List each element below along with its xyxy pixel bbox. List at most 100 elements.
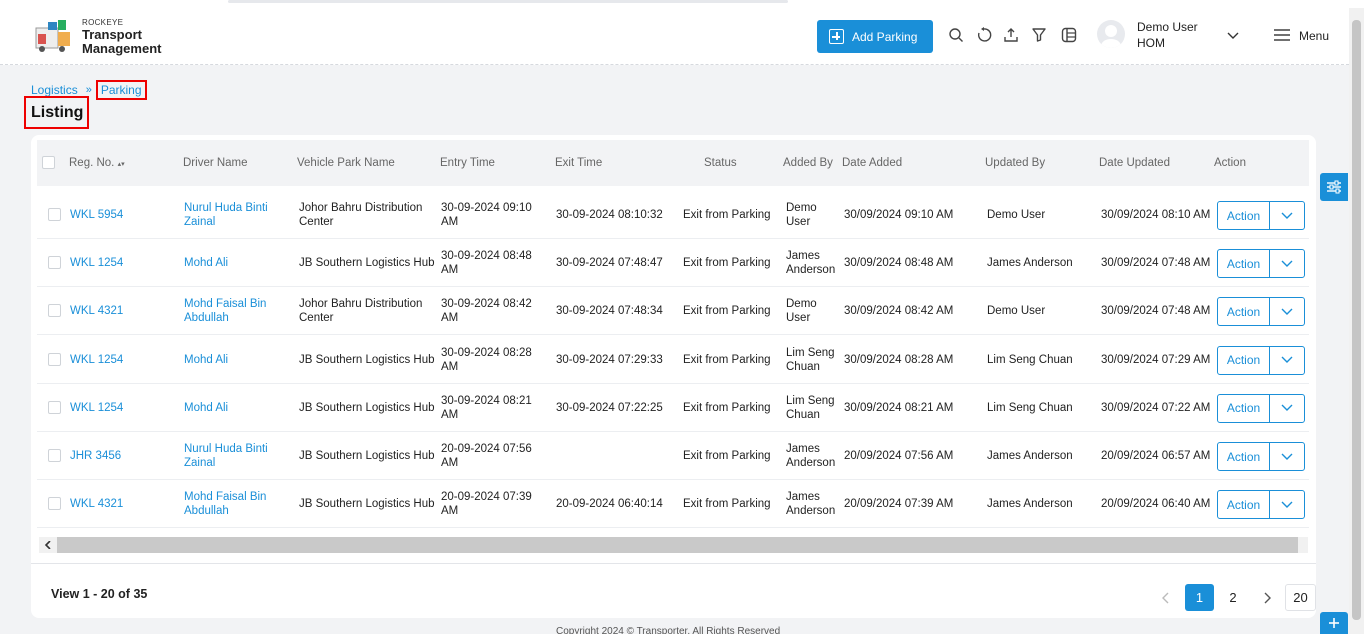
chevron-down-icon[interactable] bbox=[1270, 250, 1304, 277]
exit-time-cell: 30-09-2024 07:22:25 bbox=[556, 401, 663, 414]
driver-name-cell[interactable]: Mohd Ali bbox=[184, 353, 289, 367]
logo-icon bbox=[35, 20, 70, 52]
floating-add-button[interactable] bbox=[1320, 612, 1348, 634]
table-row: WKL 5954 Nurul Huda Binti Zainal Johor Bah… bbox=[37, 191, 1309, 239]
pagination-page-1[interactable]: 1 bbox=[1185, 584, 1214, 611]
added-by-cell: Lim Seng Chuan bbox=[786, 346, 835, 373]
action-dropdown[interactable]: Action bbox=[1217, 393, 1305, 423]
row-checkbox[interactable] bbox=[48, 497, 61, 511]
chevron-down-icon[interactable] bbox=[1270, 347, 1304, 374]
exit-time-cell: 30-09-2024 07:29:33 bbox=[556, 353, 663, 366]
driver-name-cell[interactable]: Mohd Faisal Bin Abdullah bbox=[184, 297, 289, 325]
add-parking-button[interactable]: Add Parking bbox=[817, 20, 933, 53]
page-title: Listing bbox=[24, 96, 89, 129]
chevron-down-icon[interactable] bbox=[1226, 28, 1240, 42]
column-header-date-added: Date Added bbox=[842, 157, 903, 169]
action-dropdown[interactable]: Action bbox=[1217, 490, 1305, 520]
column-label: Reg. No. bbox=[69, 157, 115, 169]
added-by-cell: Demo User bbox=[786, 202, 817, 228]
updated-by-cell: Lim Seng Chuan bbox=[987, 401, 1073, 414]
table-row: WKL 4321 Mohd Faisal Bin Abdullah JB South… bbox=[37, 480, 1309, 529]
reg-no-cell[interactable]: WKL 1254 bbox=[70, 401, 175, 415]
vehicle-park-name-cell: Johor Bahru Distribution Center bbox=[299, 298, 423, 325]
action-dropdown[interactable]: Action bbox=[1217, 442, 1305, 471]
action-dropdown[interactable]: Action bbox=[1217, 345, 1305, 375]
pagination-prev-icon[interactable] bbox=[1156, 584, 1176, 611]
row-checkbox[interactable] bbox=[48, 449, 61, 462]
row-checkbox[interactable] bbox=[48, 352, 61, 366]
add-parking-label: Add Parking bbox=[852, 29, 918, 44]
brand-title-line1: Transport bbox=[82, 27, 142, 42]
page-size-select[interactable]: 20 bbox=[1285, 584, 1316, 611]
entry-time-cell: 30-09-2024 09:10 AM bbox=[441, 202, 532, 228]
action-button[interactable]: Action bbox=[1218, 298, 1270, 326]
action-button[interactable]: Action bbox=[1218, 394, 1270, 422]
reg-no-cell[interactable]: WKL 1254 bbox=[70, 256, 175, 270]
column-header-reg-no[interactable]: Reg. No. ▴▾ bbox=[69, 157, 125, 169]
vertical-scrollbar-thumb[interactable] bbox=[1352, 20, 1361, 620]
chevron-down-icon[interactable] bbox=[1270, 491, 1304, 518]
driver-name-cell[interactable]: Nurul Huda Binti Zainal bbox=[184, 442, 289, 470]
pagination-page-2[interactable]: 2 bbox=[1221, 584, 1245, 611]
upload-icon[interactable] bbox=[1003, 27, 1019, 43]
entry-time-cell: 20-09-2024 07:56 AM bbox=[441, 443, 532, 469]
reg-no-cell[interactable]: WKL 5954 bbox=[70, 208, 175, 222]
pagination-next-icon[interactable] bbox=[1257, 584, 1277, 611]
user-role: HOM bbox=[1137, 36, 1165, 50]
columns-icon[interactable] bbox=[1061, 27, 1077, 43]
entry-time-cell: 30-09-2024 08:42 AM bbox=[441, 298, 532, 325]
filter-icon[interactable] bbox=[1031, 27, 1047, 43]
driver-name-cell[interactable]: Mohd Faisal Bin Abdullah bbox=[184, 490, 289, 518]
date-updated-cell: 30/09/2024 08:10 AM bbox=[1101, 209, 1211, 221]
chevron-down-icon[interactable] bbox=[1270, 202, 1304, 229]
hamburger-menu-icon[interactable] bbox=[1274, 28, 1290, 42]
listing-card: Reg. No. ▴▾ Driver Name Vehicle Park Nam… bbox=[31, 135, 1316, 618]
driver-name-cell[interactable]: Mohd Ali bbox=[184, 401, 289, 415]
breadcrumb-logistics[interactable]: Logistics bbox=[31, 83, 78, 97]
refresh-icon[interactable] bbox=[976, 27, 992, 43]
avatar[interactable] bbox=[1097, 20, 1125, 48]
column-header-vehicle-park-name: Vehicle Park Name bbox=[297, 157, 395, 169]
row-checkbox[interactable] bbox=[48, 304, 61, 318]
settings-sliders-button[interactable] bbox=[1320, 173, 1348, 201]
reg-no-cell[interactable]: WKL 1254 bbox=[70, 353, 175, 367]
reg-no-cell[interactable]: WKL 4321 bbox=[70, 304, 175, 318]
search-icon[interactable] bbox=[948, 27, 964, 43]
driver-name-cell[interactable]: Nurul Huda Binti Zainal bbox=[184, 201, 289, 229]
horizontal-scrollbar[interactable] bbox=[39, 537, 1308, 553]
plus-icon bbox=[829, 29, 844, 44]
action-button[interactable]: Action bbox=[1218, 491, 1270, 519]
driver-name-cell[interactable]: Mohd Ali bbox=[184, 256, 289, 270]
reg-no-cell[interactable]: JHR 3456 bbox=[70, 449, 175, 463]
added-by-cell: James Anderson bbox=[786, 250, 836, 277]
plus-icon bbox=[1329, 618, 1339, 628]
table-row: WKL 4321 Mohd Faisal Bin Abdullah Johor Ba… bbox=[37, 287, 1309, 336]
action-dropdown[interactable]: Action bbox=[1217, 201, 1305, 230]
action-button[interactable]: Action bbox=[1218, 250, 1270, 278]
action-button[interactable]: Action bbox=[1218, 346, 1270, 374]
breadcrumb-separator-icon: » bbox=[85, 84, 92, 96]
scroll-left-icon[interactable] bbox=[39, 537, 57, 553]
view-info: View 1 - 20 of 35 bbox=[51, 587, 148, 601]
action-dropdown[interactable]: Action bbox=[1217, 297, 1305, 327]
action-button[interactable]: Action bbox=[1218, 443, 1270, 470]
breadcrumb-parking[interactable]: Parking bbox=[95, 80, 147, 100]
entry-time-cell: 20-09-2024 07:39 AM bbox=[441, 491, 532, 518]
updated-by-cell: Demo User bbox=[987, 209, 1046, 221]
chevron-down-icon[interactable] bbox=[1270, 443, 1304, 470]
column-header-updated-by: Updated By bbox=[985, 157, 1046, 169]
action-button[interactable]: Action bbox=[1218, 202, 1270, 229]
updated-by-cell: Demo User bbox=[987, 305, 1046, 318]
action-dropdown[interactable]: Action bbox=[1217, 249, 1305, 279]
vertical-scrollbar[interactable] bbox=[1349, 8, 1364, 634]
date-updated-cell: 20/09/2024 06:57 AM bbox=[1101, 450, 1211, 462]
date-added-cell: 30/09/2024 08:21 AM bbox=[844, 401, 954, 414]
menu-button[interactable]: Menu bbox=[1299, 29, 1329, 43]
select-all-checkbox[interactable] bbox=[42, 156, 55, 169]
reg-no-cell[interactable]: WKL 4321 bbox=[70, 497, 175, 511]
row-checkbox[interactable] bbox=[48, 400, 61, 414]
row-checkbox[interactable] bbox=[48, 256, 61, 270]
chevron-down-icon[interactable] bbox=[1270, 298, 1304, 325]
row-checkbox[interactable] bbox=[48, 208, 61, 221]
chevron-down-icon[interactable] bbox=[1270, 395, 1304, 422]
